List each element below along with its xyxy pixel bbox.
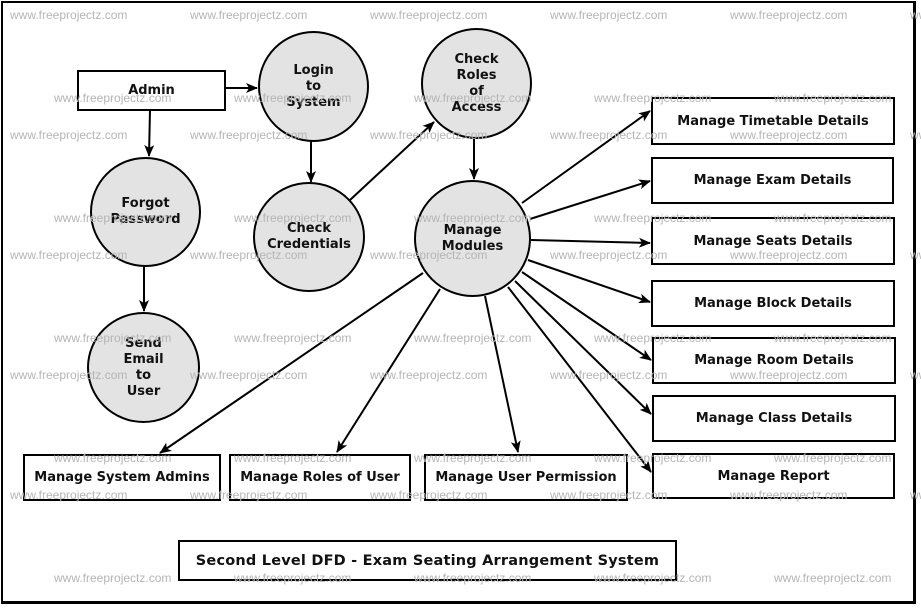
watermark: www.freeprojectz.com [774,331,892,345]
watermark: www.freeprojectz.com [370,128,488,142]
watermark: www.freeprojectz.com [730,488,848,502]
watermark: www.freeprojectz.com [54,331,172,345]
watermark-layer: www.freeprojectz.com www.freeprojectz.co… [0,0,921,609]
watermark: www.freeprojectz.com [550,248,668,262]
watermark: www.freeprojectz.com [730,8,848,22]
watermark: www.freeprojectz.com [414,91,532,105]
watermark: www.freeprojectz.com [550,128,668,142]
watermark: www.freeprojectz.com [234,571,352,585]
watermark: www.freeprojectz.com [190,488,308,502]
watermark: www.freeprojectz.com [54,571,172,585]
watermark: www.freeprojectz.com [774,571,892,585]
watermark: www.freeprojectz.com [54,211,172,225]
watermark: www.freeprojectz.com [54,451,172,465]
watermark: www.freeprojectz.com [414,571,532,585]
watermark: www.freeprojectz.com [414,211,532,225]
watermark: www.freeprojectz.com [234,451,352,465]
watermark: www.freeprojectz.com [190,248,308,262]
watermark: www.freeprojectz.com [370,8,488,22]
watermark: www.freeprojectz.com [234,211,352,225]
watermark: www.freeprojectz.com [10,8,128,22]
watermark: www.freeprojectz.com [10,248,128,262]
watermark: www.freeprojectz.com [550,488,668,502]
watermark: www.freeprojectz.com [10,488,128,502]
watermark: www.freeprojectz.com [234,91,352,105]
watermark: www.freeprojectz.com [10,368,128,382]
watermark: www.freeprojectz.com [910,248,921,262]
watermark: www.freeprojectz.com [910,488,921,502]
watermark: www.freeprojectz.com [370,248,488,262]
watermark: www.freeprojectz.com [730,248,848,262]
watermark: www.freeprojectz.com [54,91,172,105]
watermark: www.freeprojectz.com [594,331,712,345]
watermark: www.freeprojectz.com [370,368,488,382]
watermark: www.freeprojectz.com [730,128,848,142]
watermark: www.freeprojectz.com [730,368,848,382]
watermark: www.freeprojectz.com [594,211,712,225]
watermark: www.freeprojectz.com [910,368,921,382]
watermark: www.freeprojectz.com [774,211,892,225]
watermark: www.freeprojectz.com [190,368,308,382]
watermark: www.freeprojectz.com [910,8,921,22]
watermark: www.freeprojectz.com [414,331,532,345]
watermark: www.freeprojectz.com [370,488,488,502]
watermark: www.freeprojectz.com [550,8,668,22]
watermark: www.freeprojectz.com [774,451,892,465]
watermark: www.freeprojectz.com [190,8,308,22]
watermark: www.freeprojectz.com [190,128,308,142]
dfd-canvas: Admin Login to System Check Credentials … [0,0,921,609]
watermark: www.freeprojectz.com [594,571,712,585]
watermark: www.freeprojectz.com [10,128,128,142]
watermark: www.freeprojectz.com [910,128,921,142]
watermark: www.freeprojectz.com [594,91,712,105]
watermark: www.freeprojectz.com [774,91,892,105]
watermark: www.freeprojectz.com [550,368,668,382]
watermark: www.freeprojectz.com [414,451,532,465]
watermark: www.freeprojectz.com [594,451,712,465]
watermark: www.freeprojectz.com [234,331,352,345]
